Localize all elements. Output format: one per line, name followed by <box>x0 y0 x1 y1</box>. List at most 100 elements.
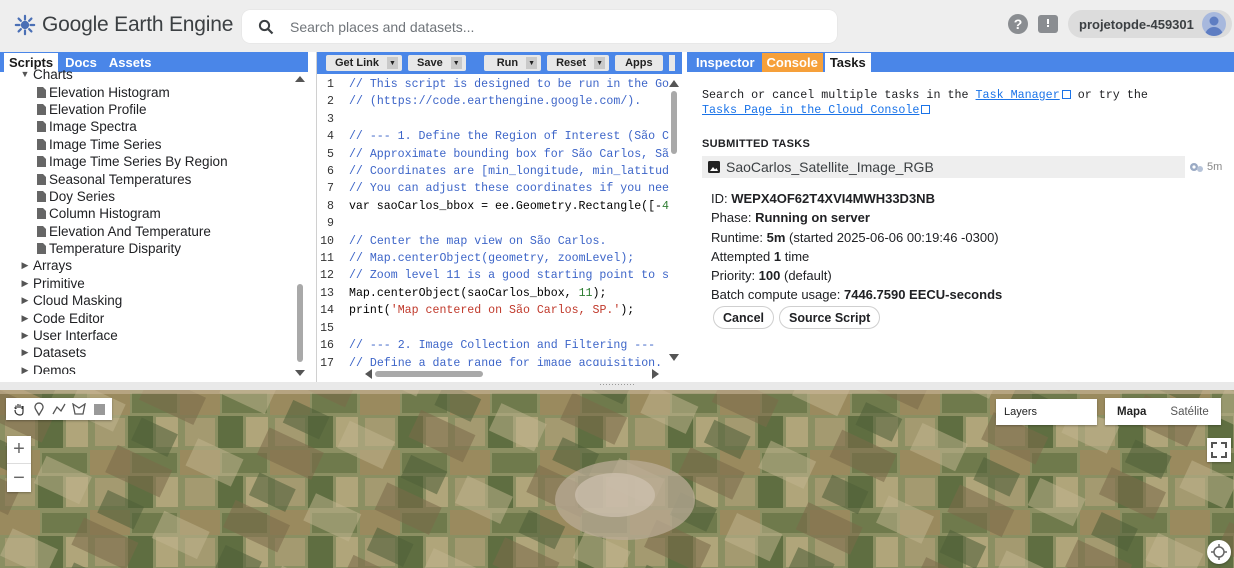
code-line[interactable]: 2 // (https://code.earthengine.google.com… <box>317 93 669 110</box>
line-number: 13 <box>320 286 334 300</box>
tree-script[interactable]: Seasonal Temperatures <box>0 170 292 187</box>
code-line[interactable]: 6 // Coordinates are [min_longitude, min_… <box>317 163 669 180</box>
tab-console[interactable]: Console <box>761 53 823 72</box>
tab-inspector[interactable]: Inspector <box>691 53 760 72</box>
submitted-tasks-heading: SUBMITTED TASKS <box>702 138 811 150</box>
tree-item-label: Column Histogram <box>49 206 161 222</box>
editor-vertical-scrollbar[interactable] <box>668 79 680 363</box>
cancel-button[interactable]: Cancel <box>713 306 774 329</box>
tree-item-label: Temperature Disparity <box>49 241 182 257</box>
code-line[interactable]: 7 // You can adjust these coordinates if … <box>317 180 669 197</box>
code-line[interactable]: 1 // This script is designed to be run in… <box>317 76 669 93</box>
tree-script[interactable]: Elevation Histogram <box>0 83 292 100</box>
apps-button[interactable]: Apps <box>615 55 663 71</box>
tree-folder[interactable]: ▶ Cloud Masking <box>0 292 292 309</box>
hand-icon[interactable] <box>9 400 29 418</box>
tree-script[interactable]: Image Time Series By Region <box>0 153 292 170</box>
panel-splitter[interactable] <box>0 382 1234 390</box>
zoom-out-button[interactable]: − <box>7 464 31 492</box>
collapsed-arrow-icon[interactable]: ▶ <box>20 275 30 292</box>
marker-icon[interactable] <box>29 400 49 418</box>
code-line[interactable]: 3 <box>317 111 669 128</box>
editor-horizontal-scrollbar[interactable] <box>363 368 663 380</box>
line-icon[interactable] <box>49 400 69 418</box>
tree-script[interactable]: Temperature Disparity <box>0 240 292 257</box>
tree-item-label: Elevation Profile <box>49 101 147 117</box>
my-location-icon[interactable] <box>1207 540 1231 564</box>
chevron-down-icon[interactable]: ▼ <box>387 57 399 69</box>
scripts-scrollbar[interactable] <box>294 74 306 380</box>
script-file-icon <box>37 156 46 168</box>
collapsed-arrow-icon[interactable]: ▶ <box>20 292 30 309</box>
code-line[interactable]: 9 <box>317 215 669 232</box>
fullscreen-icon[interactable] <box>1207 438 1231 462</box>
task-row[interactable]: SaoCarlos_Satellite_Image_RGB <box>702 156 1185 178</box>
tree-script[interactable]: Column Histogram <box>0 205 292 222</box>
tree-script[interactable]: Image Time Series <box>0 136 292 153</box>
project-selector[interactable]: projetopde-459301 <box>1068 10 1232 38</box>
tree-script[interactable]: Doy Series <box>0 188 292 205</box>
code-line[interactable]: 5 // Approximate bounding box for São Car… <box>317 146 669 163</box>
help-icon[interactable]: ? <box>1008 14 1028 34</box>
code-line[interactable]: 16 // --- 2. Image Collection and Filteri… <box>317 337 669 354</box>
code-text: // Define a date range for image acquisi… <box>349 356 663 367</box>
code-line[interactable]: 15 <box>317 320 669 337</box>
task-manager-link[interactable]: Task Manager <box>976 88 1060 102</box>
task-priority: 100 <box>758 268 781 284</box>
tab-tasks[interactable]: Tasks <box>824 53 871 72</box>
search-box[interactable] <box>242 10 837 43</box>
layers-button[interactable]: Layers <box>996 399 1097 425</box>
collapsed-arrow-icon[interactable]: ▶ <box>20 362 30 374</box>
collapsed-arrow-icon[interactable]: ▶ <box>20 344 30 361</box>
source-script-button[interactable]: Source Script <box>779 306 881 329</box>
tree-folder[interactable]: ▶ Code Editor <box>0 309 292 326</box>
map-type-map[interactable]: Mapa <box>1105 398 1158 425</box>
tree-folder[interactable]: ▶ Demos <box>0 362 292 374</box>
search-input[interactable] <box>290 18 790 35</box>
reset-button[interactable]: Reset ▼ <box>547 55 610 71</box>
tree-folder[interactable]: ▼ Charts <box>0 66 292 83</box>
zoom-in-button[interactable]: + <box>7 436 31 464</box>
tree-folder[interactable]: ▶ Arrays <box>0 257 292 274</box>
tree-script[interactable]: Elevation And Temperature <box>0 223 292 240</box>
collapsed-arrow-icon[interactable]: ▶ <box>20 310 30 327</box>
avatar[interactable] <box>1201 12 1226 36</box>
expanded-arrow-icon[interactable]: ▼ <box>20 66 30 83</box>
tree-folder[interactable]: ▶ User Interface <box>0 327 292 344</box>
tasks-page-link[interactable]: Tasks Page in the Cloud Console <box>702 103 919 117</box>
map-type-satellite[interactable]: Satélite <box>1158 398 1220 425</box>
tree-folder[interactable]: ▶ Datasets <box>0 344 292 361</box>
drag-handle-icon <box>600 384 634 385</box>
collapsed-arrow-icon[interactable]: ▶ <box>20 327 30 344</box>
code-line[interactable]: 11 // Map.centerObject(geometry, zoomLeve… <box>317 250 669 267</box>
code-line[interactable]: 10 // Center the map view on São Carlos. <box>317 233 669 250</box>
chevron-down-icon[interactable]: ▼ <box>594 57 606 69</box>
task-runtime: 5m <box>766 229 786 245</box>
run-button[interactable]: Run ▼ <box>483 55 542 71</box>
tree-script[interactable]: Image Spectra <box>0 118 292 135</box>
app-logo[interactable]: Google Earth Engine <box>14 11 233 39</box>
task-duration-value: 5m <box>1207 161 1223 173</box>
code-line[interactable]: 13 Map.centerObject(saoCarlos_bbox, 11); <box>317 285 669 302</box>
chevron-down-icon[interactable]: ▼ <box>526 57 538 69</box>
settings-button[interactable] <box>668 55 675 71</box>
polygon-icon[interactable] <box>69 400 89 418</box>
code-line[interactable]: 17 // Define a date range for image acqui… <box>317 355 669 367</box>
code-line[interactable]: 8 var saoCarlos_bbox = ee.Geometry.Rectan… <box>317 198 669 215</box>
collapsed-arrow-icon[interactable]: ▶ <box>20 257 30 274</box>
tree-folder[interactable]: ▶ Primitive <box>0 275 292 292</box>
code-area[interactable]: 1 // This script is designed to be run in… <box>317 76 669 366</box>
map-view[interactable]: + − Layers Mapa Satélite <box>0 390 1234 568</box>
tree-script[interactable]: Elevation Profile <box>0 101 292 118</box>
feedback-icon[interactable] <box>1038 15 1058 33</box>
code-line[interactable]: 12 // Zoom level 11 is a good starting po… <box>317 267 669 284</box>
tree-item-label: Arrays <box>33 258 73 274</box>
chevron-down-icon[interactable]: ▼ <box>450 57 462 69</box>
code-line[interactable]: 14 print('Map centered on São Carlos, SP.… <box>317 302 669 319</box>
editor-toolbar: Get Link ▼ Save ▼ Run ▼ Reset ▼ Apps <box>317 52 682 74</box>
rectangle-icon[interactable] <box>89 400 109 418</box>
code-line[interactable]: 4 // --- 1. Define the Region of Interest… <box>317 128 669 145</box>
save-button[interactable]: Save ▼ <box>408 55 466 71</box>
line-number: 12 <box>320 269 334 283</box>
get-link-button[interactable]: Get Link ▼ <box>326 55 403 71</box>
